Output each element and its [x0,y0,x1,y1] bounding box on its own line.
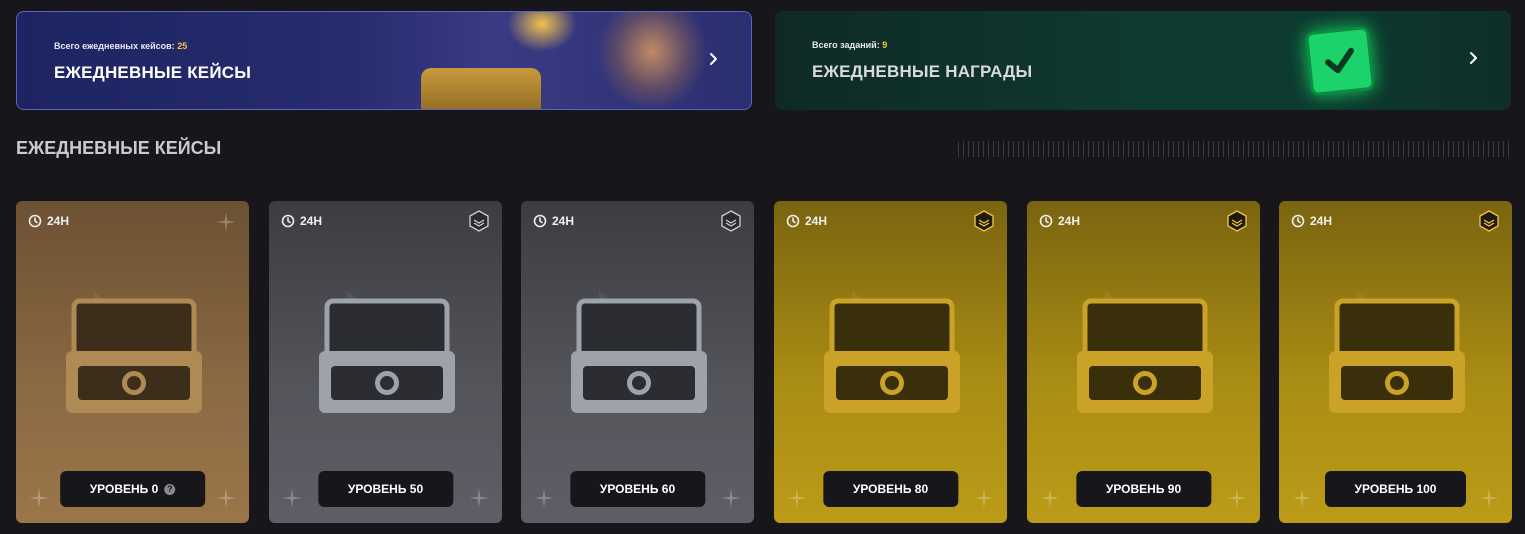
timer-label: 24H [300,214,323,228]
sparkle-icon [215,487,237,509]
level-button[interactable]: УРОВЕНЬ 60 [569,471,706,507]
rank-badge-icon [974,210,994,232]
level-label: УРОВЕНЬ 90 [1105,482,1182,496]
chevron-right-icon [1470,52,1477,64]
timer-label: 24H [805,214,828,228]
banner-subtitle: Всего ежедневных кейсов: 25 [54,41,188,51]
level-label: УРОВЕНЬ 0 [89,482,159,496]
case-timer: 24H [533,214,574,228]
level-label: УРОВЕНЬ 60 [599,482,676,496]
sparkle-icon [468,487,490,509]
banner-glow [507,12,577,52]
daily-rewards-banner[interactable]: Всего заданий: 9 ЕЖЕДНЕВНЫЕ НАГРАДЫ [775,11,1511,110]
history-icon [1291,214,1305,228]
history-icon [1039,214,1053,228]
decorative-stripes [958,141,1511,157]
banner-title: ЕЖЕДНЕВНЫЕ КЕЙСЫ [54,63,252,82]
case-card[interactable]: 24H УРОВЕНЬ 60 [521,201,754,523]
sparkle-icon [215,211,237,233]
help-icon[interactable]: ? [164,483,176,495]
sparkle-icon [973,487,995,509]
sparkle-icon [1039,487,1061,509]
level-button[interactable]: УРОВЕНЬ 100 [1324,471,1467,507]
level-button[interactable]: УРОВЕНЬ 90 [1075,471,1212,507]
history-icon [533,214,547,228]
banner-subtitle: Всего заданий: 9 [812,40,888,50]
case-card[interactable]: 24H УРОВЕНЬ 90 [1027,201,1260,523]
daily-cases-banner[interactable]: Всего ежедневных кейсов: 25 ЕЖЕДНЕВНЫЕ К… [16,11,752,110]
sparkle-icon [720,487,742,509]
sparkle-icon [1478,487,1500,509]
level-label: УРОВЕНЬ 50 [347,482,424,496]
rank-badge-icon [469,210,489,232]
case-timer: 24H [1039,214,1080,228]
case-timer: 24H [281,214,322,228]
case-timer: 24H [1291,214,1332,228]
case-timer: 24H [28,214,69,228]
case-art [421,68,541,109]
history-icon [786,214,800,228]
push-daggers-icon [307,271,467,431]
case-card[interactable]: 24H УРОВЕНЬ 80 [774,201,1007,523]
banner-title: ЕЖЕДНЕВНЫЕ НАГРАДЫ [812,62,1033,81]
case-timer: 24H [786,214,827,228]
timer-label: 24H [1310,214,1333,228]
sparkle-icon [281,487,303,509]
timer-label: 24H [1058,214,1081,228]
level-button[interactable]: УРОВЕНЬ 80 [822,471,959,507]
case-card[interactable]: 24H УРОВЕНЬ 50 [269,201,502,523]
rank-badge-icon [1227,210,1247,232]
case-card[interactable]: 24H УРОВЕНЬ 0 ? [16,201,249,523]
sparkle-icon [786,487,808,509]
level-button[interactable]: УРОВЕНЬ 0 ? [59,471,206,507]
sniper-rifle-icon [54,271,214,431]
level-button[interactable]: УРОВЕНЬ 50 [317,471,454,507]
bowie-knife-icon [812,271,972,431]
section-title: ЕЖЕДНЕВНЫЕ КЕЙСЫ [16,138,222,158]
timer-label: 24H [47,214,70,228]
case-card[interactable]: 24H УРОВЕНЬ 100 [1279,201,1512,523]
level-label: УРОВЕНЬ 100 [1354,482,1437,496]
rank-badge-icon [721,210,741,232]
chevron-right-icon [710,53,717,65]
level-label: УРОВЕНЬ 80 [852,482,929,496]
checkmark-icon [1304,25,1376,97]
timer-label: 24H [552,214,575,228]
rank-badge-icon [1479,210,1499,232]
character-art [597,12,707,109]
sparkle-icon [1226,487,1248,509]
sparkle-icon [28,487,50,509]
history-icon [28,214,42,228]
bowie-knife-icon [559,271,719,431]
history-icon [281,214,295,228]
sparkle-icon [533,487,555,509]
sniper-rifle-icon [1317,271,1477,431]
sparkle-icon [1291,487,1313,509]
karambit-icon [1065,271,1225,431]
